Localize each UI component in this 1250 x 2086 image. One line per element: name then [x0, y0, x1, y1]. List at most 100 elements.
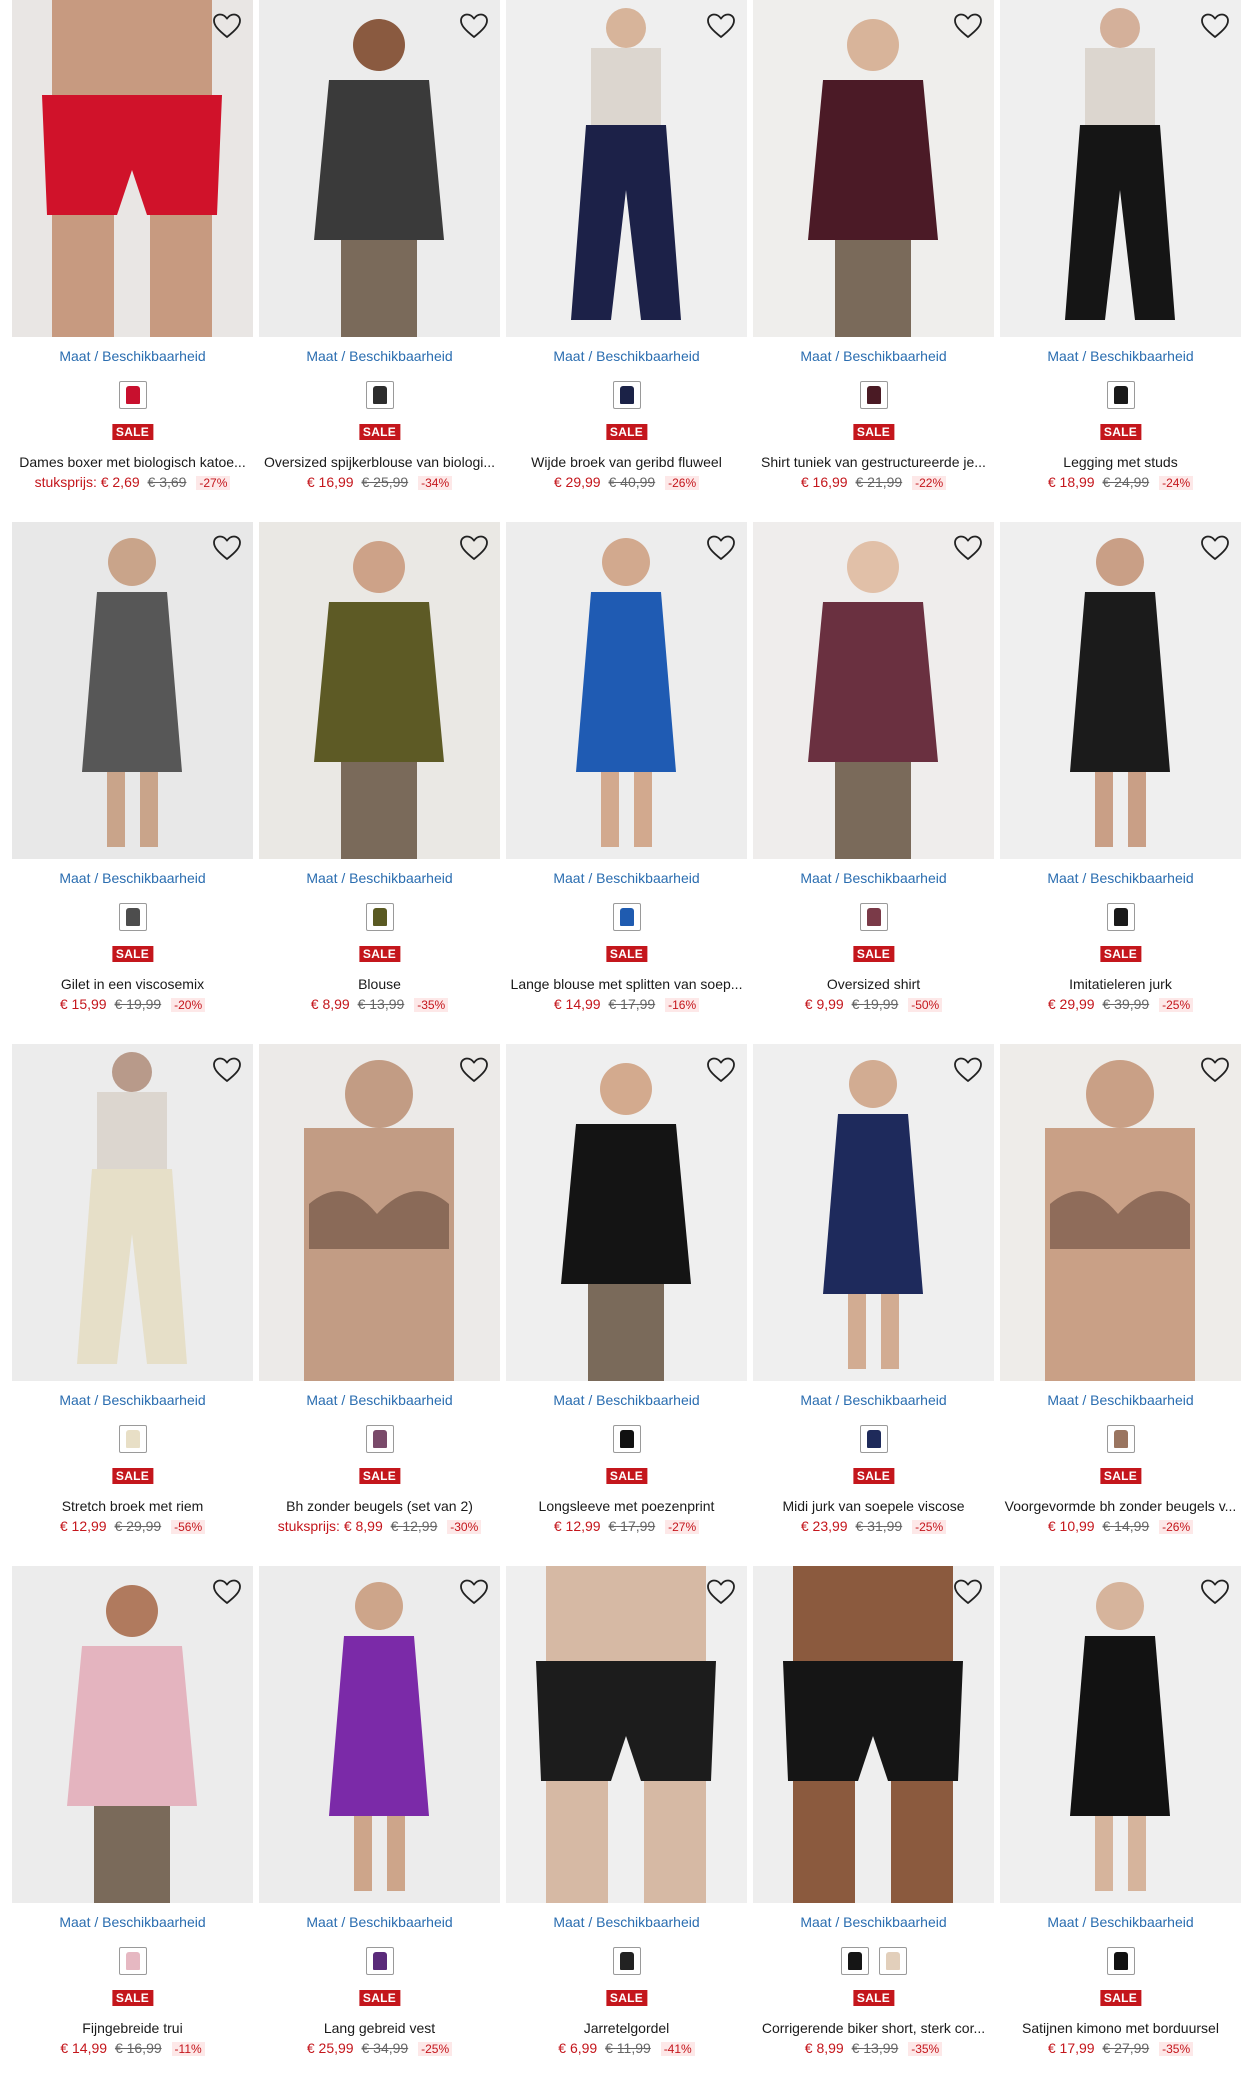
- color-swatch[interactable]: [365, 1947, 394, 1975]
- color-swatch[interactable]: [612, 1947, 641, 1975]
- product-title[interactable]: Jarretelgordel: [506, 2020, 747, 2036]
- product-card[interactable]: Maat / Beschikbaarheid SALE Voorgevormde…: [1000, 1044, 1241, 1564]
- wishlist-heart-icon[interactable]: [458, 10, 490, 42]
- product-card[interactable]: Maat / Beschikbaarheid SALE Legging met …: [1000, 0, 1241, 520]
- product-card[interactable]: Maat / Beschikbaarheid SALE Wijde broek …: [506, 0, 747, 520]
- size-availability-link[interactable]: Maat / Beschikbaarheid: [12, 1914, 253, 1930]
- product-title[interactable]: Gilet in een viscosemix: [12, 976, 253, 992]
- size-availability-link[interactable]: Maat / Beschikbaarheid: [506, 870, 747, 886]
- product-image[interactable]: [753, 0, 994, 337]
- size-availability-link[interactable]: Maat / Beschikbaarheid: [12, 1392, 253, 1408]
- product-title[interactable]: Voorgevormde bh zonder beugels v...: [1000, 1498, 1241, 1514]
- color-swatch[interactable]: [840, 1947, 869, 1975]
- wishlist-heart-icon[interactable]: [952, 1054, 984, 1086]
- product-image[interactable]: [753, 1566, 994, 1903]
- size-availability-link[interactable]: Maat / Beschikbaarheid: [1000, 1392, 1241, 1408]
- size-availability-link[interactable]: Maat / Beschikbaarheid: [1000, 870, 1241, 886]
- wishlist-heart-icon[interactable]: [952, 532, 984, 564]
- product-image[interactable]: [259, 0, 500, 337]
- product-title[interactable]: Dames boxer met biologisch katoe...: [12, 454, 253, 470]
- size-availability-link[interactable]: Maat / Beschikbaarheid: [753, 870, 994, 886]
- color-swatch[interactable]: [1106, 903, 1135, 931]
- size-availability-link[interactable]: Maat / Beschikbaarheid: [506, 348, 747, 364]
- product-image[interactable]: [12, 1566, 253, 1903]
- product-card[interactable]: Maat / Beschikbaarheid SALE Blouse € 8,9…: [259, 522, 500, 1042]
- product-card[interactable]: Maat / Beschikbaarheid SALE Dames boxer …: [12, 0, 253, 520]
- product-title[interactable]: Shirt tuniek van gestructureerde je...: [753, 454, 994, 470]
- product-title[interactable]: Stretch broek met riem: [12, 1498, 253, 1514]
- product-title[interactable]: Lange blouse met splitten van soep...: [506, 976, 747, 992]
- product-title[interactable]: Wijde broek van geribd fluweel: [506, 454, 747, 470]
- product-card[interactable]: Maat / Beschikbaarheid SALE Bh zonder be…: [259, 1044, 500, 1564]
- color-swatch[interactable]: [612, 903, 641, 931]
- wishlist-heart-icon[interactable]: [1199, 532, 1231, 564]
- product-title[interactable]: Imitatieleren jurk: [1000, 976, 1241, 992]
- color-swatch[interactable]: [1106, 1947, 1135, 1975]
- product-image[interactable]: [753, 522, 994, 859]
- color-swatch[interactable]: [859, 1425, 888, 1453]
- product-title[interactable]: Longsleeve met poezenprint: [506, 1498, 747, 1514]
- size-availability-link[interactable]: Maat / Beschikbaarheid: [1000, 348, 1241, 364]
- product-card[interactable]: Maat / Beschikbaarheid SALE Stretch broe…: [12, 1044, 253, 1564]
- size-availability-link[interactable]: Maat / Beschikbaarheid: [1000, 1914, 1241, 1930]
- color-swatch[interactable]: [859, 381, 888, 409]
- product-image[interactable]: [259, 522, 500, 859]
- product-title[interactable]: Midi jurk van soepele viscose: [753, 1498, 994, 1514]
- wishlist-heart-icon[interactable]: [952, 10, 984, 42]
- color-swatch[interactable]: [118, 1947, 147, 1975]
- size-availability-link[interactable]: Maat / Beschikbaarheid: [12, 870, 253, 886]
- color-swatch[interactable]: [365, 381, 394, 409]
- color-swatch[interactable]: [365, 1425, 394, 1453]
- wishlist-heart-icon[interactable]: [1199, 1576, 1231, 1608]
- product-card[interactable]: Maat / Beschikbaarheid SALE Longsleeve m…: [506, 1044, 747, 1564]
- size-availability-link[interactable]: Maat / Beschikbaarheid: [753, 1392, 994, 1408]
- wishlist-heart-icon[interactable]: [952, 1576, 984, 1608]
- size-availability-link[interactable]: Maat / Beschikbaarheid: [506, 1914, 747, 1930]
- wishlist-heart-icon[interactable]: [458, 1054, 490, 1086]
- product-card[interactable]: Maat / Beschikbaarheid SALE Shirt tuniek…: [753, 0, 994, 520]
- wishlist-heart-icon[interactable]: [211, 1576, 243, 1608]
- product-card[interactable]: Maat / Beschikbaarheid SALE Midi jurk va…: [753, 1044, 994, 1564]
- color-swatch[interactable]: [118, 381, 147, 409]
- size-availability-link[interactable]: Maat / Beschikbaarheid: [259, 870, 500, 886]
- size-availability-link[interactable]: Maat / Beschikbaarheid: [753, 348, 994, 364]
- product-image[interactable]: [506, 1566, 747, 1903]
- wishlist-heart-icon[interactable]: [705, 1054, 737, 1086]
- product-image[interactable]: [12, 0, 253, 337]
- product-card[interactable]: Maat / Beschikbaarheid SALE Fijngebreide…: [12, 1566, 253, 2086]
- color-swatch[interactable]: [1106, 1425, 1135, 1453]
- product-title[interactable]: Bh zonder beugels (set van 2): [259, 1498, 500, 1514]
- product-image[interactable]: [1000, 522, 1241, 859]
- product-card[interactable]: Maat / Beschikbaarheid SALE Satijnen kim…: [1000, 1566, 1241, 2086]
- color-swatch[interactable]: [612, 1425, 641, 1453]
- product-image[interactable]: [259, 1044, 500, 1381]
- product-title[interactable]: Fijngebreide trui: [12, 2020, 253, 2036]
- product-image[interactable]: [1000, 0, 1241, 337]
- product-title[interactable]: Corrigerende biker short, sterk cor...: [753, 2020, 994, 2036]
- color-swatch[interactable]: [878, 1947, 907, 1975]
- color-swatch[interactable]: [118, 1425, 147, 1453]
- product-title[interactable]: Oversized shirt: [753, 976, 994, 992]
- color-swatch[interactable]: [859, 903, 888, 931]
- wishlist-heart-icon[interactable]: [211, 1054, 243, 1086]
- wishlist-heart-icon[interactable]: [458, 1576, 490, 1608]
- size-availability-link[interactable]: Maat / Beschikbaarheid: [753, 1914, 994, 1930]
- wishlist-heart-icon[interactable]: [211, 10, 243, 42]
- size-availability-link[interactable]: Maat / Beschikbaarheid: [259, 348, 500, 364]
- size-availability-link[interactable]: Maat / Beschikbaarheid: [506, 1392, 747, 1408]
- product-card[interactable]: Maat / Beschikbaarheid SALE Oversized sh…: [753, 522, 994, 1042]
- product-title[interactable]: Oversized spijkerblouse van biologi...: [259, 454, 500, 470]
- product-image[interactable]: [259, 1566, 500, 1903]
- color-swatch[interactable]: [1106, 381, 1135, 409]
- size-availability-link[interactable]: Maat / Beschikbaarheid: [12, 348, 253, 364]
- product-image[interactable]: [1000, 1566, 1241, 1903]
- product-card[interactable]: Maat / Beschikbaarheid SALE Lange blouse…: [506, 522, 747, 1042]
- size-availability-link[interactable]: Maat / Beschikbaarheid: [259, 1392, 500, 1408]
- product-title[interactable]: Lang gebreid vest: [259, 2020, 500, 2036]
- product-title[interactable]: Legging met studs: [1000, 454, 1241, 470]
- color-swatch[interactable]: [612, 381, 641, 409]
- product-image[interactable]: [506, 1044, 747, 1381]
- product-image[interactable]: [12, 522, 253, 859]
- product-title[interactable]: Satijnen kimono met borduursel: [1000, 2020, 1241, 2036]
- wishlist-heart-icon[interactable]: [705, 532, 737, 564]
